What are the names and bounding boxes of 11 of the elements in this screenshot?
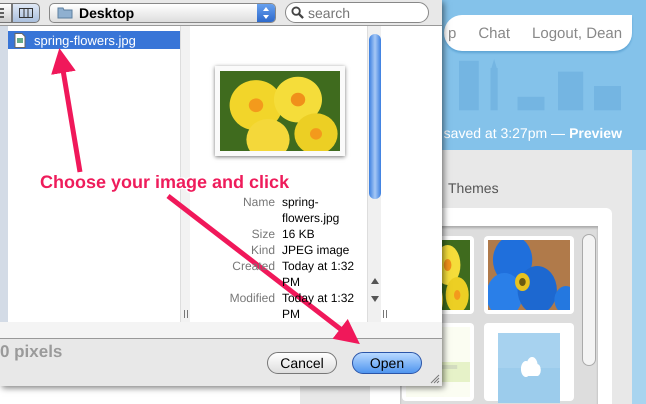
- info-value: JPEG image: [282, 242, 350, 258]
- info-value: Today at 1:32 PM: [282, 258, 356, 290]
- info-label: Name: [242, 194, 275, 211]
- annotation-text: Choose your image and click: [40, 172, 290, 193]
- info-label: Modified: [228, 290, 275, 307]
- info-value: 16 KB: [282, 226, 316, 242]
- info-label: Kind: [250, 242, 275, 258]
- save-status: saved at 3:27pm —: [444, 125, 566, 141]
- info-label: Size: [250, 226, 275, 242]
- dimension-text: 0 pixels: [0, 342, 62, 362]
- info-value: spring-flowers.jpg: [282, 194, 340, 226]
